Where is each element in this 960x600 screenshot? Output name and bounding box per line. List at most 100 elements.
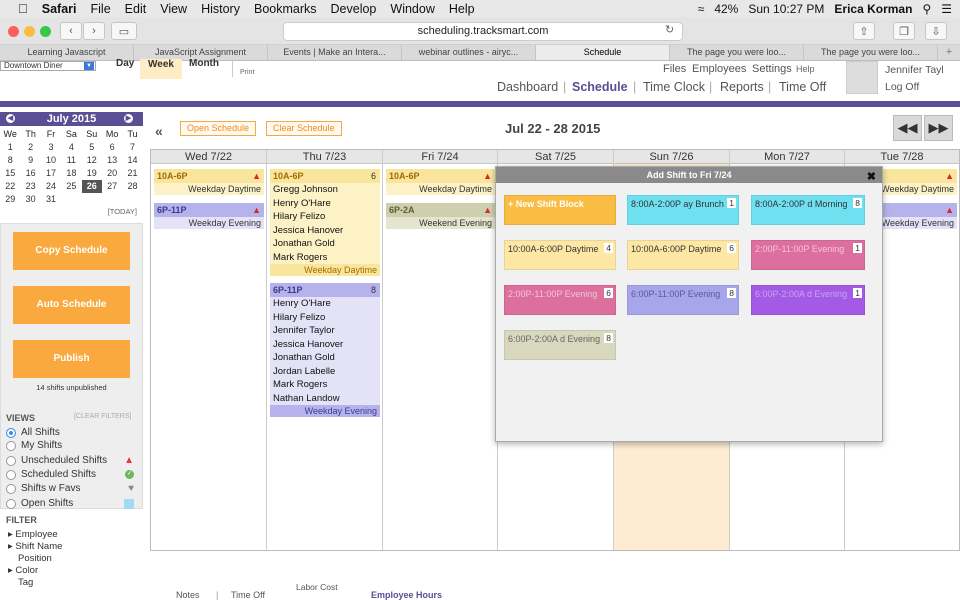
calendar-day[interactable]: 8 — [0, 154, 20, 167]
close-icon[interactable]: ✖ — [867, 170, 876, 183]
employee-name[interactable]: Hilary Felizo — [270, 311, 380, 325]
reload-icon[interactable]: ↻ — [665, 23, 674, 36]
shift-template[interactable]: 8:00A-2:00P d Morning 8 — [751, 195, 865, 225]
calendar-day-today[interactable]: 26 — [81, 180, 102, 193]
calendar-day[interactable]: 20 — [102, 167, 122, 180]
employee-name[interactable]: Hilary Felizo — [270, 210, 380, 224]
employee-name[interactable]: Jennifer Taylor — [270, 324, 380, 338]
battery-percent[interactable]: 42% — [714, 2, 738, 16]
auto-schedule-button[interactable]: Auto Schedule — [13, 286, 130, 324]
calendar-day[interactable]: 16 — [20, 167, 40, 180]
next-week-button[interactable]: ▶▶ — [924, 115, 953, 141]
nav-schedule[interactable]: Schedule — [572, 80, 628, 94]
menu-help[interactable]: Help — [449, 2, 475, 16]
shift-block[interactable]: 6P-11P ▲ Weekday Evening — [154, 203, 264, 229]
calendar-day[interactable]: 1 — [0, 141, 20, 154]
menu-window[interactable]: Window — [390, 2, 434, 16]
calendar-day[interactable]: 25 — [61, 180, 81, 193]
calendar-day[interactable]: 10 — [41, 154, 61, 167]
filter-color[interactable]: ▸ Color — [8, 565, 38, 576]
shift-template[interactable]: 10:00A-6:00P Daytime 4 — [504, 240, 616, 270]
calendar-day[interactable]: 4 — [61, 141, 81, 154]
calendar-day[interactable]: 12 — [82, 154, 102, 167]
menu-edit[interactable]: Edit — [125, 2, 147, 16]
employee-name[interactable]: Henry O'Hare — [270, 297, 380, 311]
wifi-icon[interactable]: ≈ — [698, 2, 705, 16]
view-all-shifts[interactable]: All Shifts — [6, 427, 60, 438]
calendar-day[interactable]: 28 — [122, 180, 142, 193]
shift-block[interactable]: 6P-11P 8 Henry O'Hare Hilary Felizo Jenn… — [270, 283, 380, 417]
time-off-link[interactable]: Time Off — [231, 590, 265, 600]
calendar-day[interactable]: 13 — [102, 154, 122, 167]
shift-template[interactable]: 2:00P-11:00P Evening 1 — [751, 240, 865, 270]
apple-icon[interactable]:  — [18, 1, 28, 16]
clear-filters-link[interactable]: [CLEAR FILTERS] — [74, 413, 131, 420]
employee-name[interactable]: Jordan Labelle — [270, 365, 380, 379]
tabs-icon[interactable]: ❐ — [893, 22, 915, 40]
shift-template[interactable]: 6:00P-11:00P Evening 8 — [627, 285, 739, 315]
next-month-icon[interactable]: ▶ — [124, 114, 133, 123]
publish-button[interactable]: Publish — [13, 340, 130, 378]
menu-app[interactable]: Safari — [42, 2, 77, 16]
list-icon[interactable]: ☰ — [941, 2, 952, 16]
calendar-day[interactable]: 6 — [102, 141, 122, 154]
calendar-day[interactable]: 22 — [0, 180, 20, 193]
calendar-day[interactable]: 23 — [20, 180, 40, 193]
log-off-link[interactable]: Log Off — [885, 81, 919, 93]
calendar-day[interactable]: 18 — [61, 167, 81, 180]
filter-employee[interactable]: ▸ Employee — [8, 529, 58, 540]
nav-files[interactable]: Files — [663, 63, 686, 75]
calendar-day[interactable]: 30 — [20, 193, 40, 206]
today-button[interactable]: [TODAY] — [0, 207, 143, 216]
calendar-day[interactable]: 9 — [20, 154, 40, 167]
menu-history[interactable]: History — [201, 2, 240, 16]
menu-file[interactable]: File — [91, 2, 111, 16]
new-tab-icon[interactable]: + — [938, 45, 960, 60]
calendar-day[interactable]: 11 — [61, 154, 81, 167]
nav-time-clock[interactable]: Time Clock — [643, 80, 705, 94]
print-button[interactable]: Print — [240, 69, 254, 76]
nav-settings[interactable]: Settings — [752, 63, 792, 75]
calendar-day[interactable]: 24 — [41, 180, 61, 193]
tab-page-not-found-2[interactable]: The page you were loo... — [804, 45, 938, 60]
nav-dashboard[interactable]: Dashboard — [497, 80, 558, 94]
shift-block[interactable]: 10A-6P ▲ Weekday Daytime — [386, 169, 495, 195]
employee-name[interactable]: Mark Rogers — [270, 251, 380, 265]
nav-time-off[interactable]: Time Off — [779, 80, 826, 94]
shift-template[interactable]: 8:00A-2:00P ay Brunch 1 — [627, 195, 739, 225]
shift-block[interactable]: 10A-6P ▲ Weekday Daytime — [154, 169, 264, 195]
previous-week-button[interactable]: ◀◀ — [893, 115, 922, 141]
calendar-day[interactable]: 5 — [82, 141, 102, 154]
view-month-button[interactable]: Month — [189, 58, 219, 69]
collapse-sidebar-icon[interactable]: « — [155, 123, 163, 139]
nav-employees[interactable]: Employees — [692, 63, 746, 75]
employee-name[interactable]: Mark Rogers — [270, 378, 380, 392]
search-icon[interactable]: ⚲ — [922, 2, 931, 16]
filter-tag[interactable]: Tag — [18, 577, 33, 588]
menu-view[interactable]: View — [160, 2, 187, 16]
shift-block[interactable]: 10A-6P 6 Gregg Johnson Henry O'Hare Hila… — [270, 169, 380, 276]
employee-name[interactable]: Jonathan Gold — [270, 351, 380, 365]
sidebar-toggle-icon[interactable]: ▭ — [111, 22, 137, 40]
calendar-day[interactable]: 3 — [41, 141, 61, 154]
employee-name[interactable]: Gregg Johnson — [270, 183, 380, 197]
shift-template[interactable]: 2:00P-11:00P Evening 6 — [504, 285, 616, 315]
shift-block[interactable]: 6P-2A ▲ Weekend Evening — [386, 203, 495, 229]
nav-help[interactable]: Help — [796, 64, 815, 74]
shift-template[interactable]: 6:00P-2:00A d Evening 8 — [504, 330, 616, 360]
minimize-window-icon[interactable] — [24, 26, 35, 37]
copy-schedule-button[interactable]: Copy Schedule — [13, 232, 130, 270]
calendar-day[interactable]: 27 — [102, 180, 122, 193]
open-schedule-button[interactable]: Open Schedule — [180, 121, 257, 136]
calendar-day[interactable]: 17 — [41, 167, 61, 180]
tab-learning-javascript[interactable]: Learning Javascript — [0, 45, 134, 60]
view-day-button[interactable]: Day — [116, 58, 134, 69]
prev-month-icon[interactable]: ◀ — [6, 114, 15, 123]
shift-template[interactable]: 6:00P-2:00A d Evening 1 — [751, 285, 865, 315]
user-name[interactable]: Erica Korman — [834, 2, 912, 16]
back-button[interactable]: ‹ — [60, 22, 82, 40]
employee-name[interactable]: Jessica Hanover — [270, 338, 380, 352]
tab-page-not-found-1[interactable]: The page you were loo... — [670, 45, 804, 60]
new-shift-block-button[interactable]: + New Shift Block — [504, 195, 616, 225]
zoom-window-icon[interactable] — [40, 26, 51, 37]
